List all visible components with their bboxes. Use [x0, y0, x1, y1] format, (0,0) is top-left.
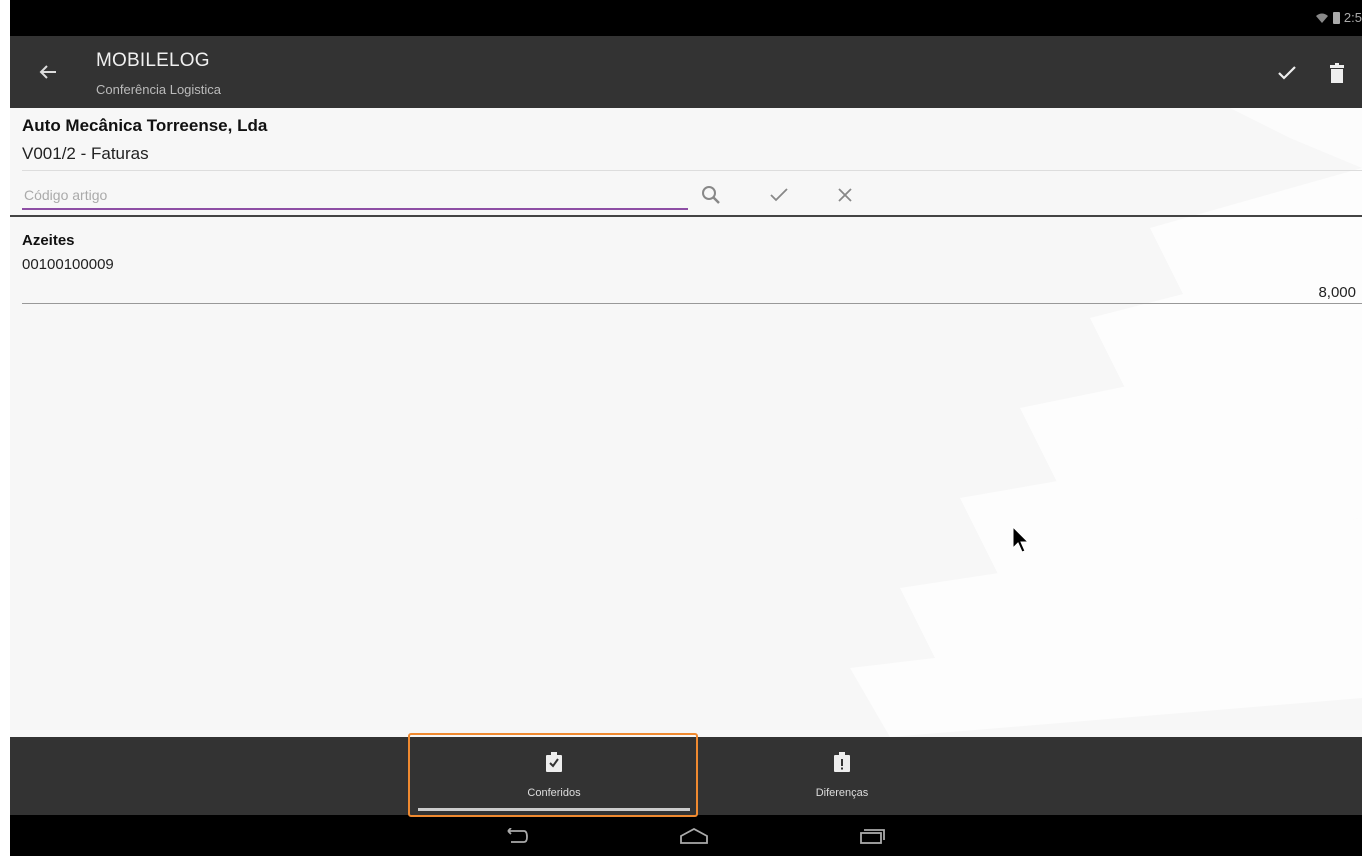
- system-navigation-bar: [10, 815, 1362, 856]
- system-back-button[interactable]: [496, 821, 536, 851]
- action-bar: MOBILELOG Conferência Logistica: [10, 36, 1362, 108]
- arrow-left-icon: [39, 65, 56, 79]
- system-recents-button[interactable]: [852, 821, 892, 851]
- battery-icon: [1332, 11, 1340, 24]
- back-button[interactable]: [34, 58, 62, 86]
- back-arrow-icon: [507, 828, 528, 843]
- list-item[interactable]: Azeites 00100100009 8,000: [10, 218, 1362, 306]
- screen-border: [0, 0, 10, 856]
- tab-highlight-box: [408, 733, 698, 817]
- home-icon: [680, 828, 708, 844]
- tab-diferencas[interactable]: Diferenças: [698, 737, 986, 815]
- clock: 2:5: [1343, 10, 1362, 25]
- app-subtitle: Conferência Logistica: [96, 82, 222, 97]
- search-icon: [702, 186, 720, 204]
- mouse-cursor-icon: [1012, 526, 1030, 553]
- divider: [22, 170, 1362, 171]
- trash-icon: [1330, 63, 1344, 83]
- divider: [22, 303, 1362, 304]
- divider: [10, 215, 1362, 217]
- check-icon: [770, 188, 788, 202]
- delete-button[interactable]: [1322, 58, 1352, 88]
- item-code: 00100100009: [22, 256, 114, 273]
- system-home-button[interactable]: [674, 821, 714, 851]
- article-code-input[interactable]: [22, 182, 688, 210]
- app-window: 2:5 MOBILELOG Conferência Logistica Auto…: [10, 0, 1362, 856]
- document-reference: V001/2 - Faturas: [22, 144, 149, 163]
- app-title: MOBILELOG: [96, 50, 210, 71]
- item-name: Azeites: [22, 232, 75, 249]
- close-icon: [838, 188, 852, 202]
- item-quantity: 8,000: [1318, 284, 1356, 301]
- customer-name: Auto Mecânica Torreense, Lda: [22, 116, 268, 135]
- wifi-icon: [1315, 13, 1328, 23]
- clear-button[interactable]: [830, 180, 860, 210]
- recent-apps-icon: [860, 829, 885, 844]
- main-content: Auto Mecânica Torreense, Lda V001/2 - Fa…: [10, 108, 1362, 737]
- accept-button[interactable]: [764, 180, 794, 210]
- status-indicators: 2:5: [1315, 10, 1362, 25]
- confirm-button[interactable]: [1272, 58, 1302, 88]
- status-bar: 2:5: [10, 0, 1362, 36]
- tab-label: Diferenças: [815, 787, 869, 799]
- clipboard-alert-icon: [832, 751, 852, 773]
- check-icon: [1278, 66, 1296, 80]
- search-button[interactable]: [696, 180, 726, 210]
